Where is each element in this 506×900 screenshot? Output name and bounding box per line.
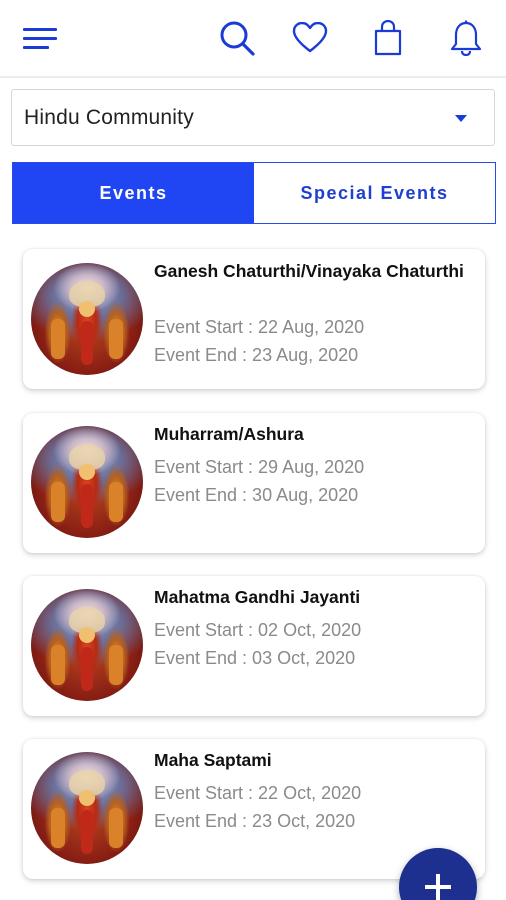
shopping-bag-icon[interactable] [368, 18, 408, 58]
top-app-bar [0, 0, 506, 78]
event-card[interactable]: Mahatma Gandhi Jayanti Event Start : 02 … [23, 576, 485, 716]
event-image [31, 263, 143, 375]
community-select[interactable]: Hindu Community [11, 89, 495, 146]
event-start: Event Start : 22 Aug, 2020 [154, 317, 365, 337]
event-end: Event End : 03 Oct, 2020 [154, 648, 356, 668]
tab-events[interactable]: Events [13, 163, 254, 223]
event-start: Event Start : 29 Aug, 2020 [154, 457, 365, 477]
event-end: Event End : 30 Aug, 2020 [154, 485, 359, 505]
event-title: Ganesh Chaturthi/Vinayaka Chaturthi [154, 261, 464, 281]
tab-special-events[interactable]: Special Events [254, 163, 495, 223]
event-card[interactable]: Ganesh Chaturthi/Vinayaka Chaturthi Even… [23, 249, 485, 389]
event-image [31, 752, 143, 864]
menu-icon[interactable] [20, 18, 60, 58]
event-tabs: Events Special Events [12, 162, 496, 224]
event-title: Mahatma Gandhi Jayanti [154, 587, 361, 607]
chevron-down-icon [455, 115, 467, 122]
event-start: Event Start : 02 Oct, 2020 [154, 620, 362, 640]
event-image [31, 589, 143, 701]
event-title: Maha Saptami [154, 750, 272, 770]
event-card[interactable]: Muharram/Ashura Event Start : 29 Aug, 20… [23, 413, 485, 553]
event-end: Event End : 23 Oct, 2020 [154, 811, 356, 831]
bell-icon[interactable] [446, 18, 486, 58]
plus-icon [425, 874, 451, 900]
heart-icon[interactable] [290, 18, 330, 58]
event-start: Event Start : 22 Oct, 2020 [154, 783, 362, 803]
event-end: Event End : 23 Aug, 2020 [154, 345, 359, 365]
community-select-value: Hindu Community [24, 105, 194, 129]
event-image [31, 426, 143, 538]
search-icon[interactable] [217, 18, 257, 58]
event-title: Muharram/Ashura [154, 424, 304, 444]
